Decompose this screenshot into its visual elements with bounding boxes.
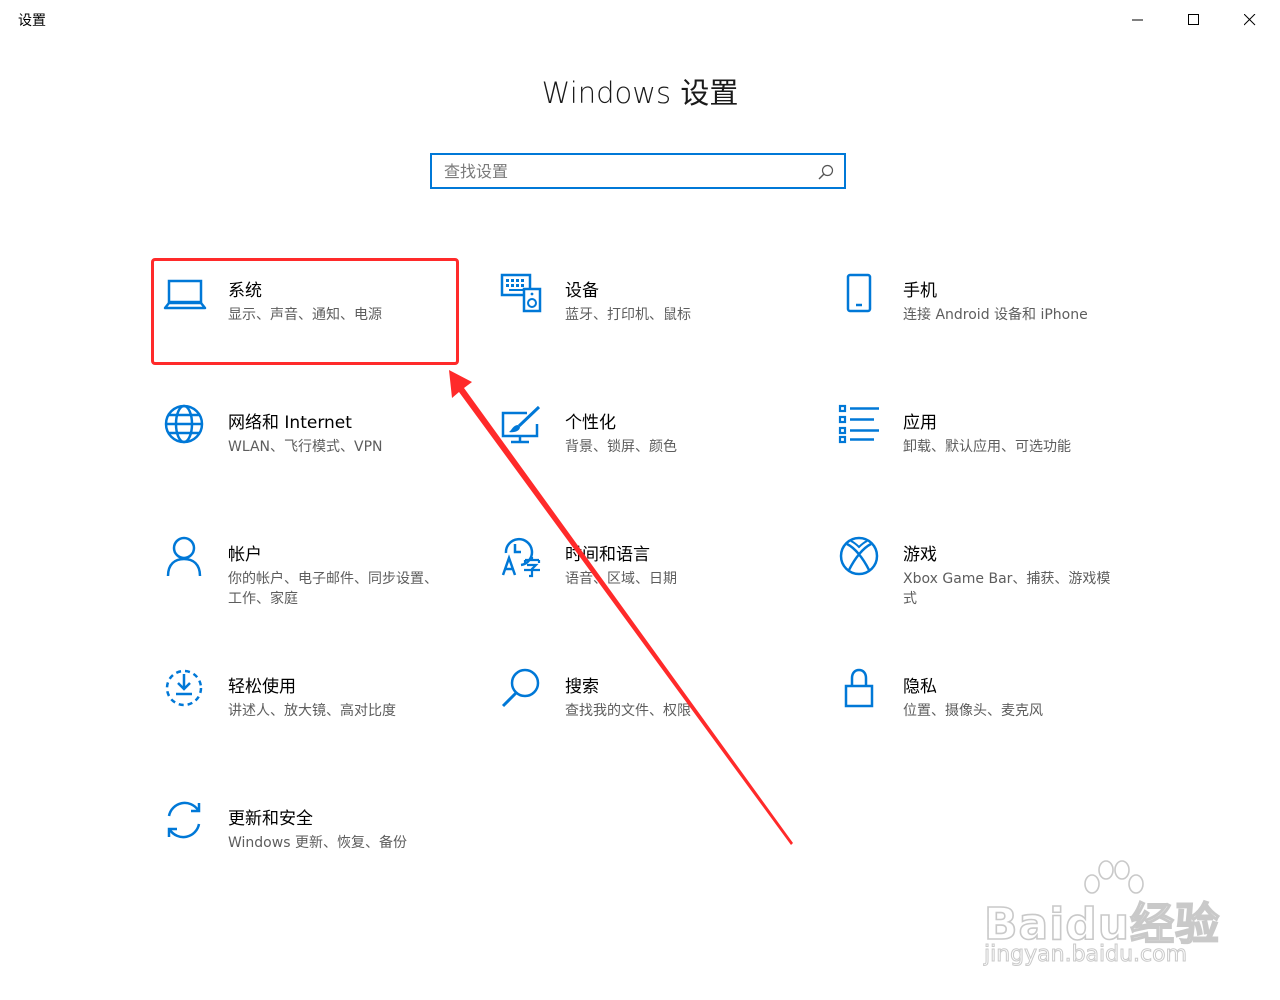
tile-title: 游戏 <box>903 545 937 565</box>
ease-of-access-icon <box>165 669 203 707</box>
tile-devices[interactable]: 设备 蓝牙、打印机、鼠标 <box>500 272 821 382</box>
minimize-icon <box>1132 19 1143 21</box>
search-icon[interactable] <box>818 164 834 180</box>
search-magnifier-icon <box>501 668 540 708</box>
tile-privacy[interactable]: 隐私 位置、摄像头、麦克风 <box>839 668 1159 778</box>
tile-description: Windows 更新、恢复、备份 <box>228 835 407 851</box>
tile-title: 隐私 <box>903 677 937 697</box>
search-input[interactable] <box>444 155 804 187</box>
tile-description: 语音、区域、日期 <box>565 571 677 587</box>
tile-description: 查找我的文件、权限 <box>565 703 691 719</box>
watermark-url-text: jingyan.baidu.com <box>983 942 1188 968</box>
minimize-button[interactable] <box>1110 0 1166 40</box>
annotation-highlight-box <box>151 258 459 365</box>
tile-title: 搜索 <box>565 677 599 697</box>
tile-title: 网络和 Internet <box>228 413 352 433</box>
tile-description: 蓝牙、打印机、鼠标 <box>565 307 691 323</box>
apps-list-icon <box>838 404 879 444</box>
tile-description: 连接 Android 设备和 iPhone <box>903 307 1088 323</box>
tile-search[interactable]: 搜索 查找我的文件、权限 <box>501 668 821 778</box>
personalization-icon <box>501 405 541 444</box>
tile-time-language[interactable]: 时间和语言 语音、区域、日期 <box>501 536 821 646</box>
title-bar: 设置 <box>0 0 1280 40</box>
globe-icon <box>164 404 204 444</box>
tile-accounts[interactable]: 帐户 你的帐户、电子邮件、同步设置、工作、家庭 <box>164 536 484 646</box>
tile-personalization[interactable]: 个性化 背景、锁屏、颜色 <box>501 404 821 514</box>
app-title: 设置 <box>18 13 46 29</box>
tile-description: 背景、锁屏、颜色 <box>565 439 677 455</box>
tile-description: 你的帐户、电子邮件、同步设置、工作、家庭 <box>228 571 438 607</box>
close-icon <box>1244 14 1256 26</box>
tile-title: 轻松使用 <box>228 677 296 697</box>
tile-phone[interactable]: 手机 连接 Android 设备和 iPhone <box>839 272 1159 382</box>
tile-title: 更新和安全 <box>228 809 313 829</box>
watermark: Baidu经验 jingyan.baidu.com <box>978 858 1220 978</box>
tile-title: 帐户 <box>228 545 262 565</box>
tile-title: 应用 <box>903 413 937 433</box>
tile-title: 设备 <box>565 281 599 301</box>
close-button[interactable] <box>1222 0 1278 40</box>
tile-description: 卸载、默认应用、可选功能 <box>903 439 1071 455</box>
tile-description: Xbox Game Bar、捕获、游戏模式 <box>903 571 1111 607</box>
devices-icon <box>500 273 542 313</box>
phone-icon <box>846 273 872 313</box>
xbox-icon <box>839 536 879 576</box>
lock-icon <box>844 668 874 708</box>
update-sync-icon <box>167 801 201 839</box>
tile-title: 手机 <box>903 281 937 301</box>
search-box[interactable] <box>430 153 846 189</box>
tile-title: 个性化 <box>565 413 616 433</box>
time-language-icon <box>501 537 541 578</box>
tile-ease-of-access[interactable]: 轻松使用 讲述人、放大镜、高对比度 <box>164 668 484 778</box>
tile-apps[interactable]: 应用 卸载、默认应用、可选功能 <box>838 404 1159 514</box>
maximize-button[interactable] <box>1166 0 1222 40</box>
tile-network[interactable]: 网络和 Internet WLAN、飞行模式、VPN <box>164 404 484 514</box>
tile-update-security[interactable]: 更新和安全 Windows 更新、恢复、备份 <box>164 800 484 910</box>
tile-title: 时间和语言 <box>565 545 650 565</box>
tile-gaming[interactable]: 游戏 Xbox Game Bar、捕获、游戏模式 <box>839 536 1159 646</box>
tile-description: 讲述人、放大镜、高对比度 <box>228 703 396 719</box>
maximize-icon <box>1188 14 1199 25</box>
page-title: Windows 设置 <box>541 76 739 110</box>
tile-description: WLAN、飞行模式、VPN <box>228 439 383 455</box>
person-icon <box>166 536 202 577</box>
tile-description: 位置、摄像头、麦克风 <box>903 703 1043 719</box>
